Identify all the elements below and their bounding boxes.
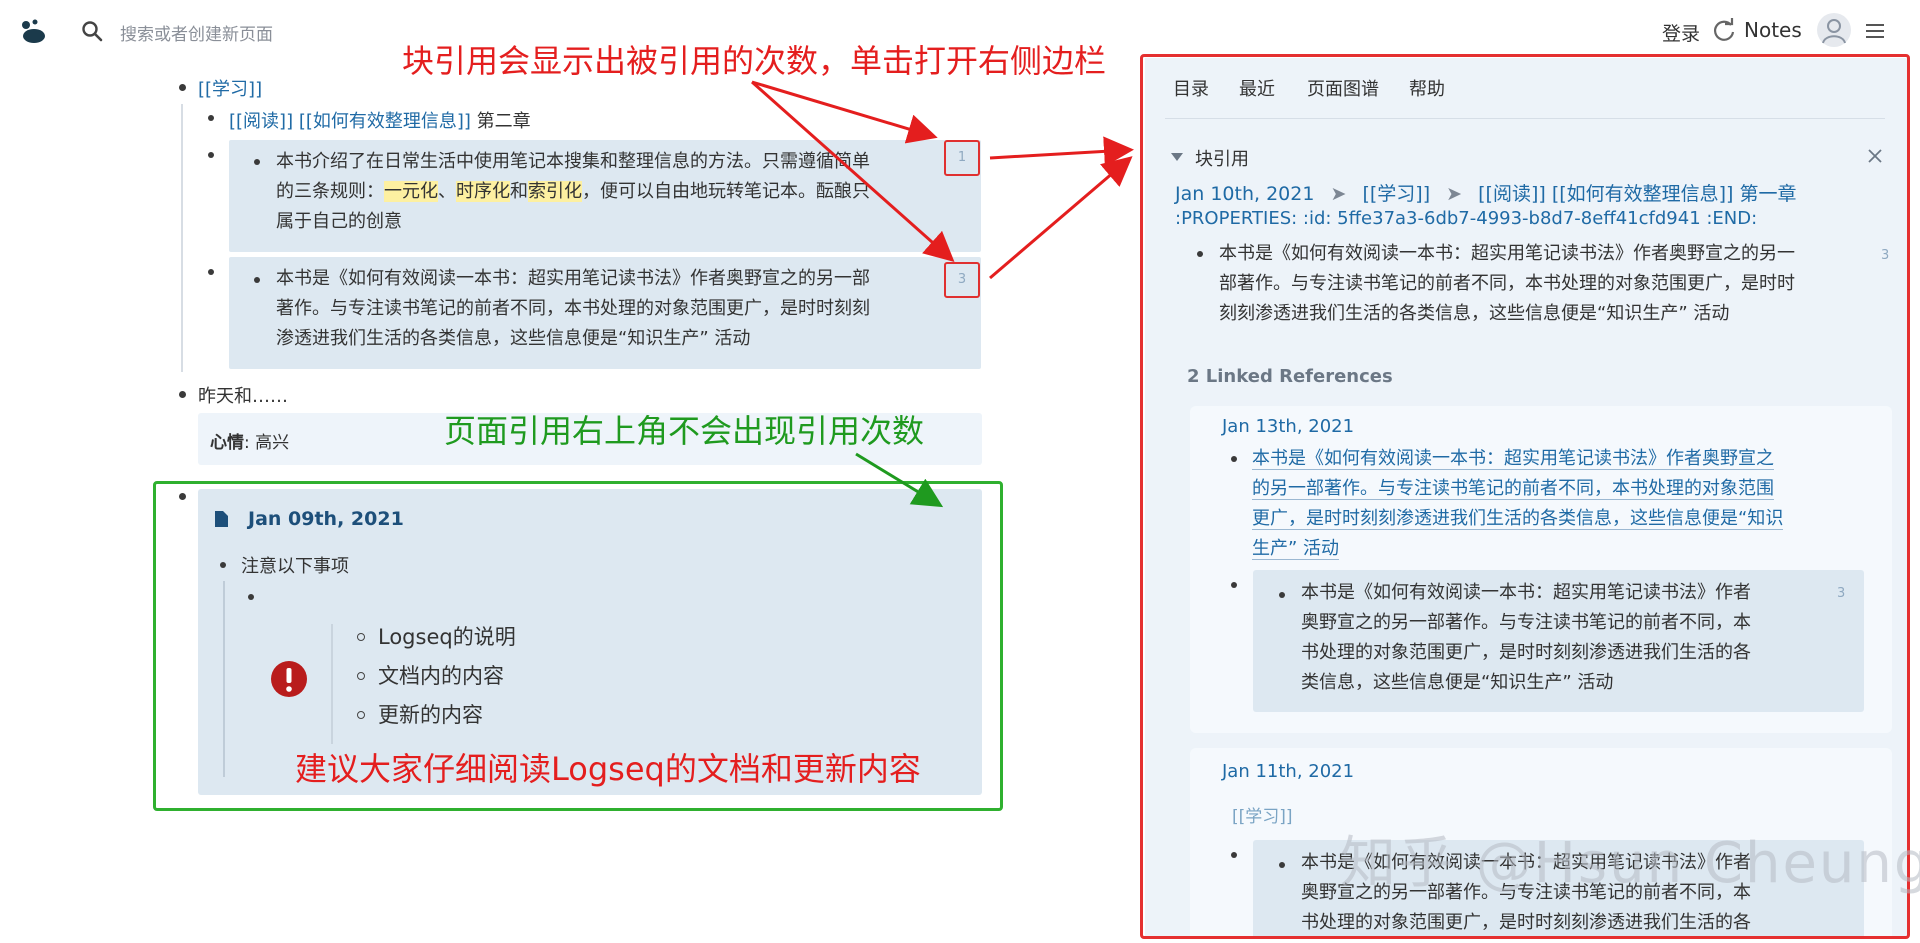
block-ref-count-1[interactable]: 1 xyxy=(944,140,980,176)
page-ref-reading[interactable]: [[阅读]] xyxy=(229,111,293,132)
arrow xyxy=(751,80,938,144)
search-icon[interactable] xyxy=(80,19,104,43)
bullet xyxy=(254,277,260,283)
sync-icon[interactable] xyxy=(1711,17,1737,43)
logseq-logo-icon[interactable] xyxy=(18,16,48,46)
block-ref-1-text: 本书介绍了在日常生活中使用笔记本搜集和整理信息的方法。只需遵循简单 的三条规则：… xyxy=(276,151,870,232)
page-ref-study[interactable]: [[学习]] xyxy=(198,75,262,101)
block-ref-count-3[interactable]: 3 xyxy=(944,262,980,298)
bullet[interactable] xyxy=(208,269,214,275)
sidebar-highlight-box xyxy=(1140,54,1910,939)
arrow xyxy=(989,136,1134,167)
chapter-line: [[阅读]] [[如何有效整理信息]] 第二章 xyxy=(229,111,531,132)
login-button[interactable]: 登录 xyxy=(1662,19,1700,46)
watermark: 知乎 @Hsun Cheung xyxy=(1340,831,1920,896)
block-ref-2-text: 本书是《如何有效阅读一本书：超实用笔记读书法》作者奥野宣之的另一部 著作。与专注… xyxy=(276,268,870,349)
yesterday-text: 昨天和…… xyxy=(198,386,288,407)
block-guide-line xyxy=(181,104,183,372)
annotation-read-docs: 建议大家仔细阅读Logseq的文档和更新内容 xyxy=(295,750,921,788)
annotation-page-ref: 页面引用右上角不会出现引用次数 xyxy=(444,412,925,450)
annotation-block-ref: 块引用会显示出被引用的次数，单击打开右侧边栏 xyxy=(402,42,1107,80)
bullet[interactable] xyxy=(208,152,214,158)
search-input[interactable]: 搜索或者创建新页面 xyxy=(120,20,273,45)
arrow xyxy=(989,156,1133,280)
bullet[interactable] xyxy=(179,84,186,91)
repo-name-button[interactable]: Notes xyxy=(1744,18,1802,42)
page-ref-manage[interactable]: [[如何有效整理信息]] xyxy=(299,111,471,132)
avatar[interactable] xyxy=(1817,13,1851,47)
user-icon xyxy=(1822,19,1846,44)
mood-key: 心情: 高兴 xyxy=(210,433,290,453)
menu-icon[interactable] xyxy=(1864,20,1886,42)
bullet xyxy=(254,159,260,165)
bullet[interactable] xyxy=(179,391,186,398)
bullet[interactable] xyxy=(208,115,214,121)
